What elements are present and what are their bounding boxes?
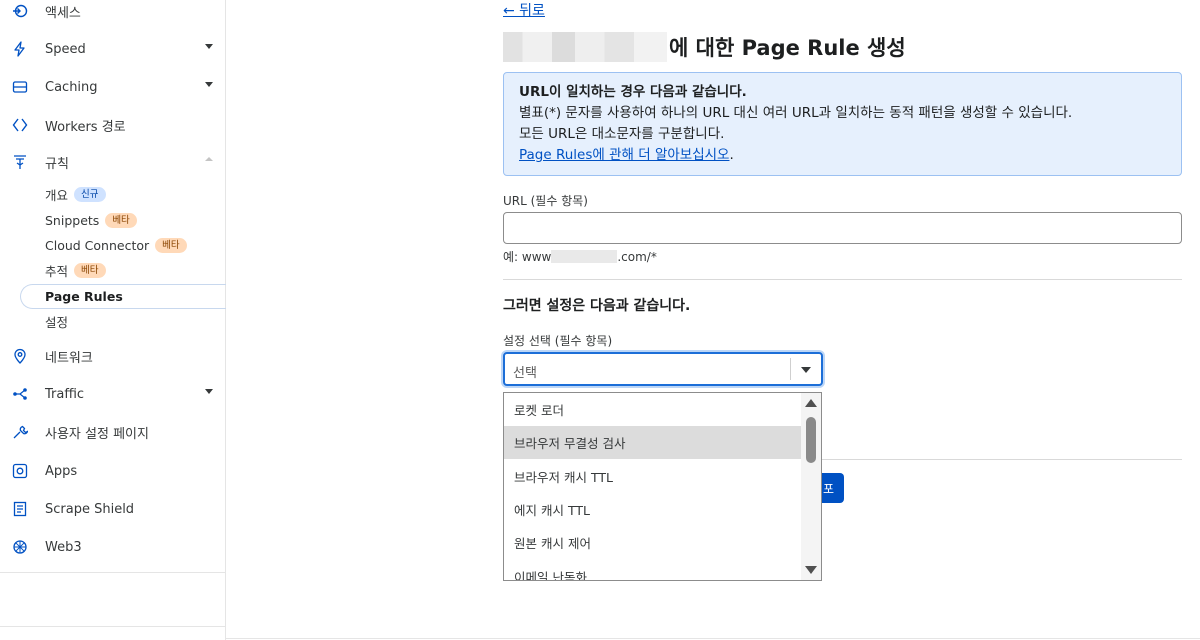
workers-icon xyxy=(12,117,28,133)
traffic-icon xyxy=(12,386,28,402)
url-input[interactable] xyxy=(503,212,1182,244)
sidebar-item-label: Caching xyxy=(45,79,98,95)
sidebar-item-label: 사용자 설정 페이지 xyxy=(45,426,149,442)
footer-divider xyxy=(226,638,1200,639)
sidebar-item-web3[interactable]: Web3 xyxy=(0,528,225,566)
sidebar-subitem-snippets[interactable]: Snippets 베타 xyxy=(45,209,137,231)
sidebar-item-label: Speed xyxy=(45,41,86,57)
sidebar-item-label: Scrape Shield xyxy=(45,501,135,517)
beta-badge: 베타 xyxy=(155,237,187,253)
chevron-down-icon[interactable] xyxy=(205,389,213,394)
beta-badge: 베타 xyxy=(105,212,137,228)
scroll-up-icon[interactable] xyxy=(805,399,817,407)
sidebar-subitem-label: 추적 xyxy=(45,263,69,279)
sidebar-subitem-label: 개요 xyxy=(45,187,69,203)
wrench-icon xyxy=(12,424,28,440)
chevron-up-icon[interactable] xyxy=(205,157,213,161)
chevron-down-icon[interactable] xyxy=(801,367,811,373)
dropdown-option[interactable]: 로켓 로더 xyxy=(504,393,801,426)
apps-icon xyxy=(12,463,28,479)
dropdown-option[interactable]: 이메일 난독화 xyxy=(504,560,801,580)
hint-suffix: .com/* xyxy=(617,249,657,264)
sidebar-item-label: Apps xyxy=(45,463,78,479)
sidebar-item-traffic[interactable]: Traffic xyxy=(0,375,225,413)
new-badge: 신규 xyxy=(74,186,106,202)
sidebar-subitem-label: Cloud Connector xyxy=(45,237,150,253)
sidebar-item-network[interactable]: 네트워크 xyxy=(0,337,225,375)
sidebar-item-caching[interactable]: Caching xyxy=(0,68,225,106)
sidebar-item-label: 액세스 xyxy=(45,5,81,21)
scrollbar-thumb[interactable] xyxy=(806,417,816,463)
sidebar-item-custom-pages[interactable]: 사용자 설정 페이지 xyxy=(0,413,225,451)
sidebar-item-workers-routes[interactable]: Workers 경로 xyxy=(0,106,225,144)
sidebar-item-scrape-shield[interactable]: Scrape Shield xyxy=(0,490,225,528)
page-title-row: 에 대한 Page Rule 생성 xyxy=(503,32,906,62)
chevron-down-icon[interactable] xyxy=(205,44,213,49)
sidebar-divider xyxy=(0,572,225,573)
sidebar-subitem-tracking[interactable]: 추적 베타 xyxy=(45,259,106,281)
info-banner: URL이 일치하는 경우 다음과 같습니다. 별표(*) 문자를 사용하여 하나… xyxy=(503,72,1182,176)
caching-icon xyxy=(12,79,28,95)
access-icon xyxy=(12,3,28,19)
dropdown-option[interactable]: 원본 캐시 제어 xyxy=(504,526,801,559)
document-icon xyxy=(12,501,28,517)
dropdown-option[interactable]: 브라우저 캐시 TTL xyxy=(504,460,801,493)
sidebar-subitem-overview[interactable]: 개요 신규 xyxy=(45,183,106,205)
select-dropdown-menu[interactable]: 로켓 로더 브라우저 무결성 검사 브라우저 캐시 TTL 에지 캐시 TTL … xyxy=(503,392,822,581)
page-title: 에 대한 Page Rule 생성 xyxy=(669,36,906,60)
sidebar-item-label: Traffic xyxy=(45,386,85,402)
sidebar-item-label: 네트워크 xyxy=(45,350,93,366)
back-link[interactable]: ← 뒤로 xyxy=(503,0,545,20)
sidebar-subitem-cloud-connector[interactable]: Cloud Connector 베타 xyxy=(45,234,187,256)
chevron-down-icon[interactable] xyxy=(205,82,213,87)
select-separator xyxy=(790,358,791,380)
sidebar-subitem-label: 설정 xyxy=(45,314,69,330)
web3-icon xyxy=(12,539,28,555)
setting-select[interactable]: 선택 xyxy=(503,352,823,386)
sidebar-subitem-label: Page Rules xyxy=(45,288,123,304)
info-line: 별표(*) 문자를 사용하여 하나의 URL 대신 여러 URL과 일치하는 동… xyxy=(519,105,1073,121)
sidebar-item-label: Web3 xyxy=(45,539,82,555)
lightning-icon xyxy=(12,41,28,57)
info-line: 모든 URL은 대소문자를 구분합니다. xyxy=(519,126,725,142)
info-heading: URL이 일치하는 경우 다음과 같습니다. xyxy=(519,84,747,100)
sidebar-item-label: 규칙 xyxy=(45,156,69,172)
redacted-domain xyxy=(551,250,618,263)
select-label: 설정 선택 (필수 항목) xyxy=(503,334,613,348)
redacted-domain xyxy=(503,32,667,62)
sidebar-subitem-settings[interactable]: 설정 xyxy=(45,310,68,332)
sidebar-subitem-page-rules[interactable]: Page Rules xyxy=(45,285,123,307)
dropdown-option[interactable]: 에지 캐시 TTL xyxy=(504,493,801,526)
sidebar-subitem-label: Snippets xyxy=(45,212,100,228)
scroll-down-icon[interactable] xyxy=(805,566,817,574)
hint-prefix: 예: www xyxy=(503,250,552,264)
dropdown-option[interactable]: 브라우저 무결성 검사 xyxy=(504,426,801,459)
sidebar-divider xyxy=(0,626,225,627)
url-label: URL (필수 항목) xyxy=(503,194,588,208)
dropdown-scrollbar[interactable] xyxy=(801,393,821,580)
section-title: 그러면 설정은 다음과 같습니다. xyxy=(503,298,691,314)
select-value: 선택 xyxy=(513,366,537,381)
sidebar-item-speed[interactable]: Speed xyxy=(0,30,225,68)
sidebar-item-label: Workers 경로 xyxy=(45,119,126,135)
rules-icon xyxy=(12,154,28,170)
url-hint: 예: www .com/* xyxy=(503,248,657,265)
location-pin-icon xyxy=(12,348,28,364)
sidebar-item-apps[interactable]: Apps xyxy=(0,452,225,490)
beta-badge: 베타 xyxy=(74,262,106,278)
section-divider xyxy=(503,279,1182,280)
info-link-suffix: . xyxy=(729,147,734,163)
sidebar-item-access[interactable]: 액세스 xyxy=(0,0,225,30)
sidebar: 액세스 Speed Caching Workers 경로 규칙 개요 신규 Sn… xyxy=(0,0,226,640)
sidebar-item-rules[interactable]: 규칙 xyxy=(0,143,225,181)
learn-more-link[interactable]: Page Rules에 관해 더 알아보십시오 xyxy=(519,147,729,163)
